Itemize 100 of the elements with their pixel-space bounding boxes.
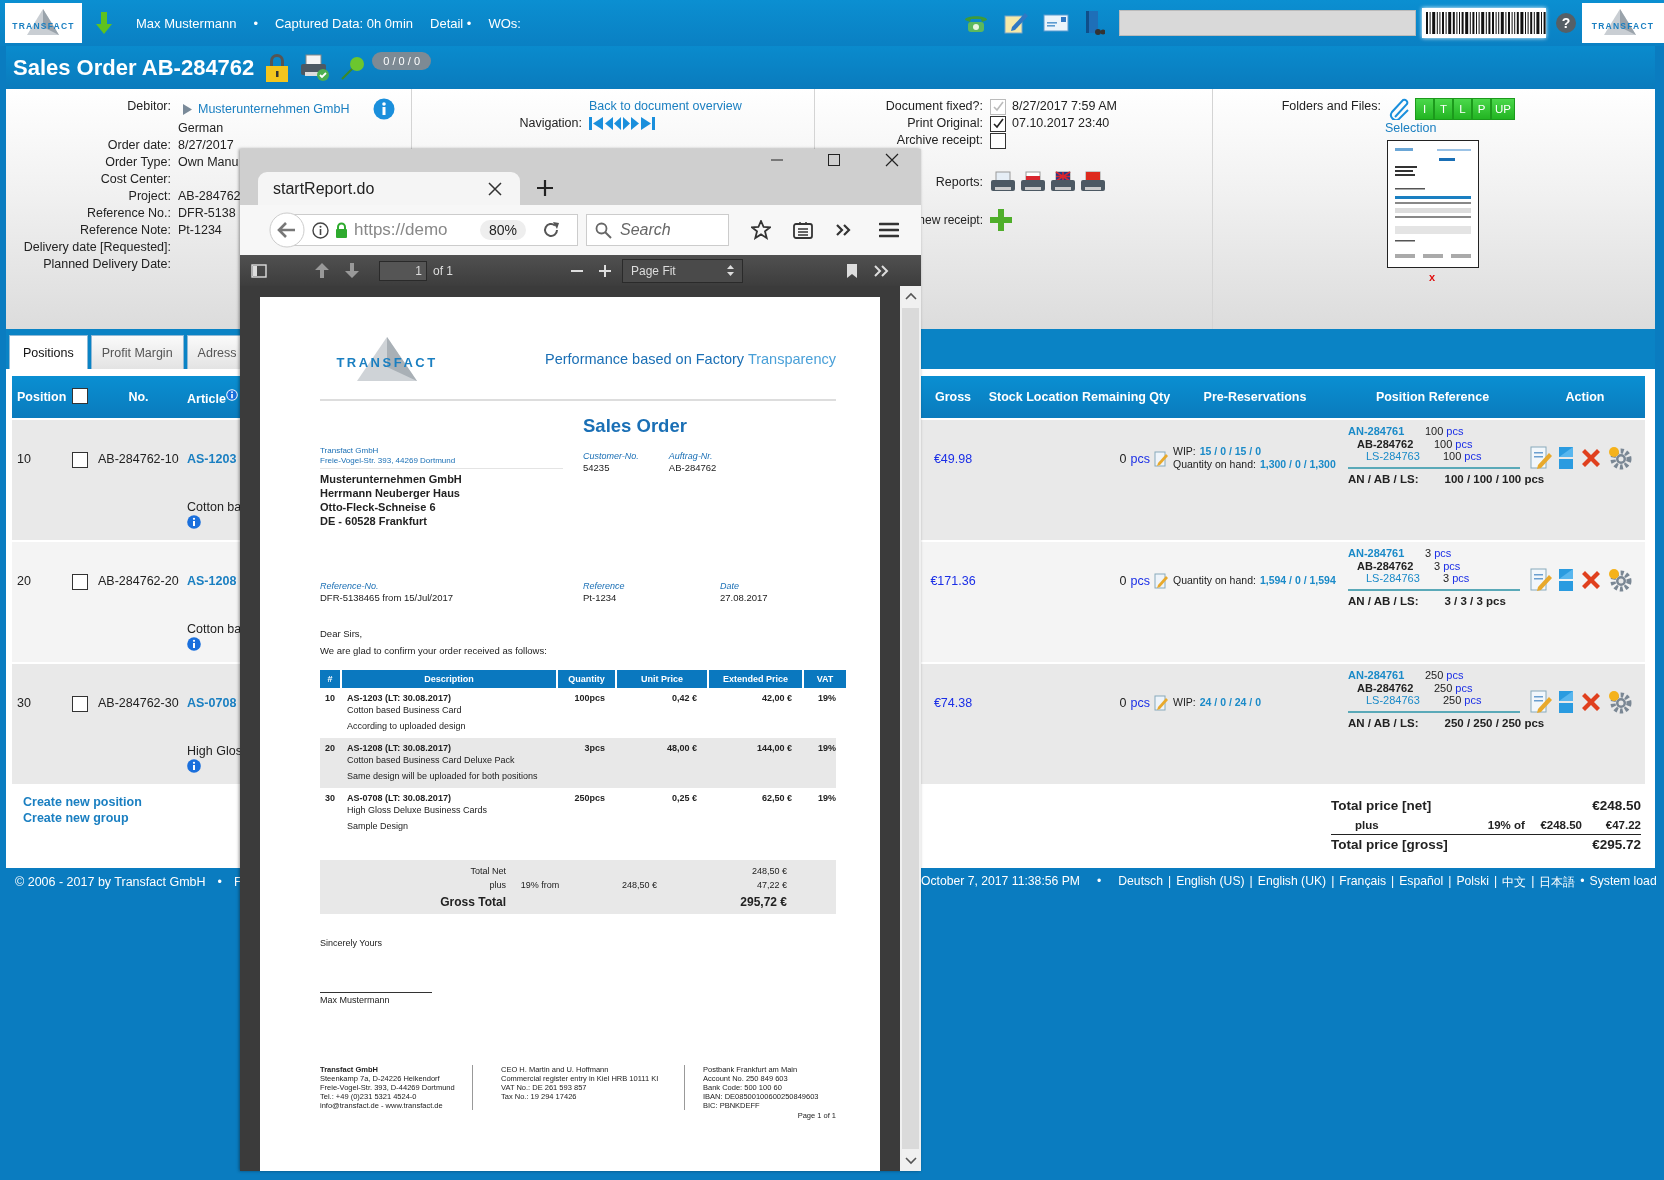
lock-icon[interactable] — [264, 52, 291, 83]
settings-icon[interactable] — [1608, 690, 1632, 714]
browser-tab[interactable]: startReport.do — [258, 172, 520, 205]
printer-icon[interactable] — [990, 171, 1016, 193]
reload-icon[interactable] — [542, 221, 561, 239]
selection-link[interactable]: Selection — [1385, 121, 1437, 136]
address-bar[interactable]: https://demo 80% — [293, 214, 578, 246]
note-pencil-icon[interactable] — [1003, 11, 1029, 35]
edit-icon[interactable] — [1530, 690, 1552, 714]
menu-icon[interactable] — [879, 222, 899, 238]
column-header[interactable]: Remaining Qty — [1082, 390, 1170, 404]
settings-icon[interactable] — [1608, 446, 1632, 470]
mail-icon[interactable] — [1043, 13, 1069, 33]
column-header[interactable]: Pre-Reservations — [1170, 390, 1340, 404]
language-link[interactable]: Français — [1339, 873, 1387, 891]
file-button[interactable]: UP — [1491, 98, 1515, 120]
row-checkbox[interactable] — [72, 574, 88, 590]
info-icon[interactable] — [373, 98, 396, 120]
help-button[interactable]: ? — [1556, 13, 1576, 33]
edit-icon[interactable] — [1530, 568, 1552, 592]
printer-check-icon[interactable] — [300, 53, 331, 82]
create-link[interactable]: Create new position — [23, 794, 142, 810]
reference-link[interactable]: AN-284761 — [1348, 669, 1422, 682]
page-number-field[interactable]: 1 — [379, 260, 427, 281]
barcode-icon[interactable] — [1422, 8, 1546, 38]
info-icon[interactable] — [187, 515, 201, 529]
tab[interactable]: Positions — [9, 335, 88, 369]
close-icon[interactable] — [488, 181, 502, 196]
detail-link[interactable]: Detail • — [430, 15, 472, 31]
create-link[interactable]: Create new group — [23, 810, 142, 826]
play-icon[interactable] — [182, 103, 192, 115]
language-link[interactable]: English (US) — [1176, 873, 1245, 891]
delete-icon[interactable] — [1580, 447, 1602, 469]
language-link[interactable]: 日本語 — [1539, 873, 1576, 891]
language-link[interactable]: Deutsch — [1118, 873, 1163, 891]
column-header[interactable]: Article — [187, 392, 226, 406]
scale-select[interactable]: Page Fit — [622, 258, 743, 283]
checkbox[interactable] — [990, 132, 1006, 149]
reference-link[interactable]: AN-284761 — [1348, 425, 1422, 438]
file-button[interactable]: L — [1453, 98, 1472, 120]
reference-link[interactable]: LS-284763 — [1348, 572, 1440, 585]
tab[interactable]: Profit Margin — [90, 335, 184, 369]
column-header[interactable]: Stock Location — [985, 390, 1082, 404]
language-link[interactable]: English (UK) — [1257, 873, 1327, 891]
settings-icon[interactable] — [1608, 568, 1632, 592]
delete-icon[interactable] — [1580, 691, 1602, 713]
delete-icon[interactable] — [1580, 569, 1602, 591]
search-field[interactable]: Search — [586, 214, 729, 246]
paperclip-icon[interactable] — [1389, 98, 1411, 120]
star-icon[interactable] — [751, 220, 771, 240]
chevrons-icon[interactable] — [835, 223, 851, 237]
scroll-up-icon[interactable] — [904, 292, 917, 300]
address-book-icon[interactable] — [1083, 10, 1105, 36]
language-link[interactable]: Polski — [1456, 873, 1489, 891]
zoom-in-icon[interactable] — [599, 264, 611, 277]
reader-icon[interactable] — [793, 221, 813, 239]
close-icon[interactable] — [885, 153, 899, 167]
new-tab-icon[interactable] — [536, 179, 554, 197]
printer-icon[interactable] — [1020, 171, 1046, 193]
scrollbar[interactable] — [900, 286, 921, 1171]
bookmark-icon[interactable] — [847, 263, 857, 278]
column-header[interactable]: No. — [94, 390, 183, 404]
plus-icon[interactable] — [990, 209, 1012, 231]
squares-icon[interactable] — [1558, 568, 1574, 592]
info-icon[interactable] — [187, 759, 201, 773]
info-icon[interactable] — [225, 389, 238, 401]
article-link[interactable]: AS-0708 — [187, 695, 237, 711]
squares-icon[interactable] — [1558, 446, 1574, 470]
file-button[interactable]: I — [1415, 98, 1434, 120]
article-link[interactable]: AS-1203 — [187, 451, 237, 467]
printer-icon[interactable] — [1080, 171, 1106, 193]
tab[interactable]: Adress — [186, 335, 241, 369]
back-link[interactable]: Back to document overview — [589, 98, 742, 115]
previous-icon[interactable] — [605, 117, 621, 130]
language-link[interactable]: Español — [1399, 873, 1444, 891]
sidebar-icon[interactable] — [251, 263, 267, 278]
language-link[interactable]: 中文 — [1502, 873, 1527, 891]
search-field[interactable] — [1119, 10, 1416, 36]
maximize-icon[interactable] — [828, 154, 840, 166]
column-header[interactable]: Position Reference — [1340, 390, 1525, 404]
down-arrow-icon[interactable] — [345, 263, 359, 278]
up-arrow-icon[interactable] — [315, 263, 329, 278]
phone-icon[interactable] — [963, 13, 989, 33]
squares-icon[interactable] — [1558, 690, 1574, 714]
column-header[interactable]: Position — [12, 390, 70, 404]
system-load-link[interactable]: System load — [1589, 873, 1657, 891]
info-icon[interactable] — [187, 637, 201, 651]
last-page-icon[interactable] — [641, 117, 655, 130]
file-button[interactable]: P — [1472, 98, 1491, 120]
column-header[interactable]: Action — [1525, 390, 1645, 404]
remove-link[interactable]: x — [1429, 271, 1436, 283]
back-button[interactable] — [269, 212, 305, 248]
row-checkbox[interactable] — [72, 696, 88, 712]
select-all-checkbox[interactable] — [72, 387, 88, 404]
file-button[interactable]: T — [1434, 98, 1453, 120]
reference-link[interactable]: LS-284763 — [1348, 694, 1440, 707]
next-icon[interactable] — [623, 117, 639, 130]
debitor-link[interactable]: Musterunternehmen GmbH — [198, 100, 350, 118]
reference-link[interactable]: LS-284763 — [1348, 450, 1440, 463]
scroll-down-icon[interactable] — [904, 1157, 917, 1165]
